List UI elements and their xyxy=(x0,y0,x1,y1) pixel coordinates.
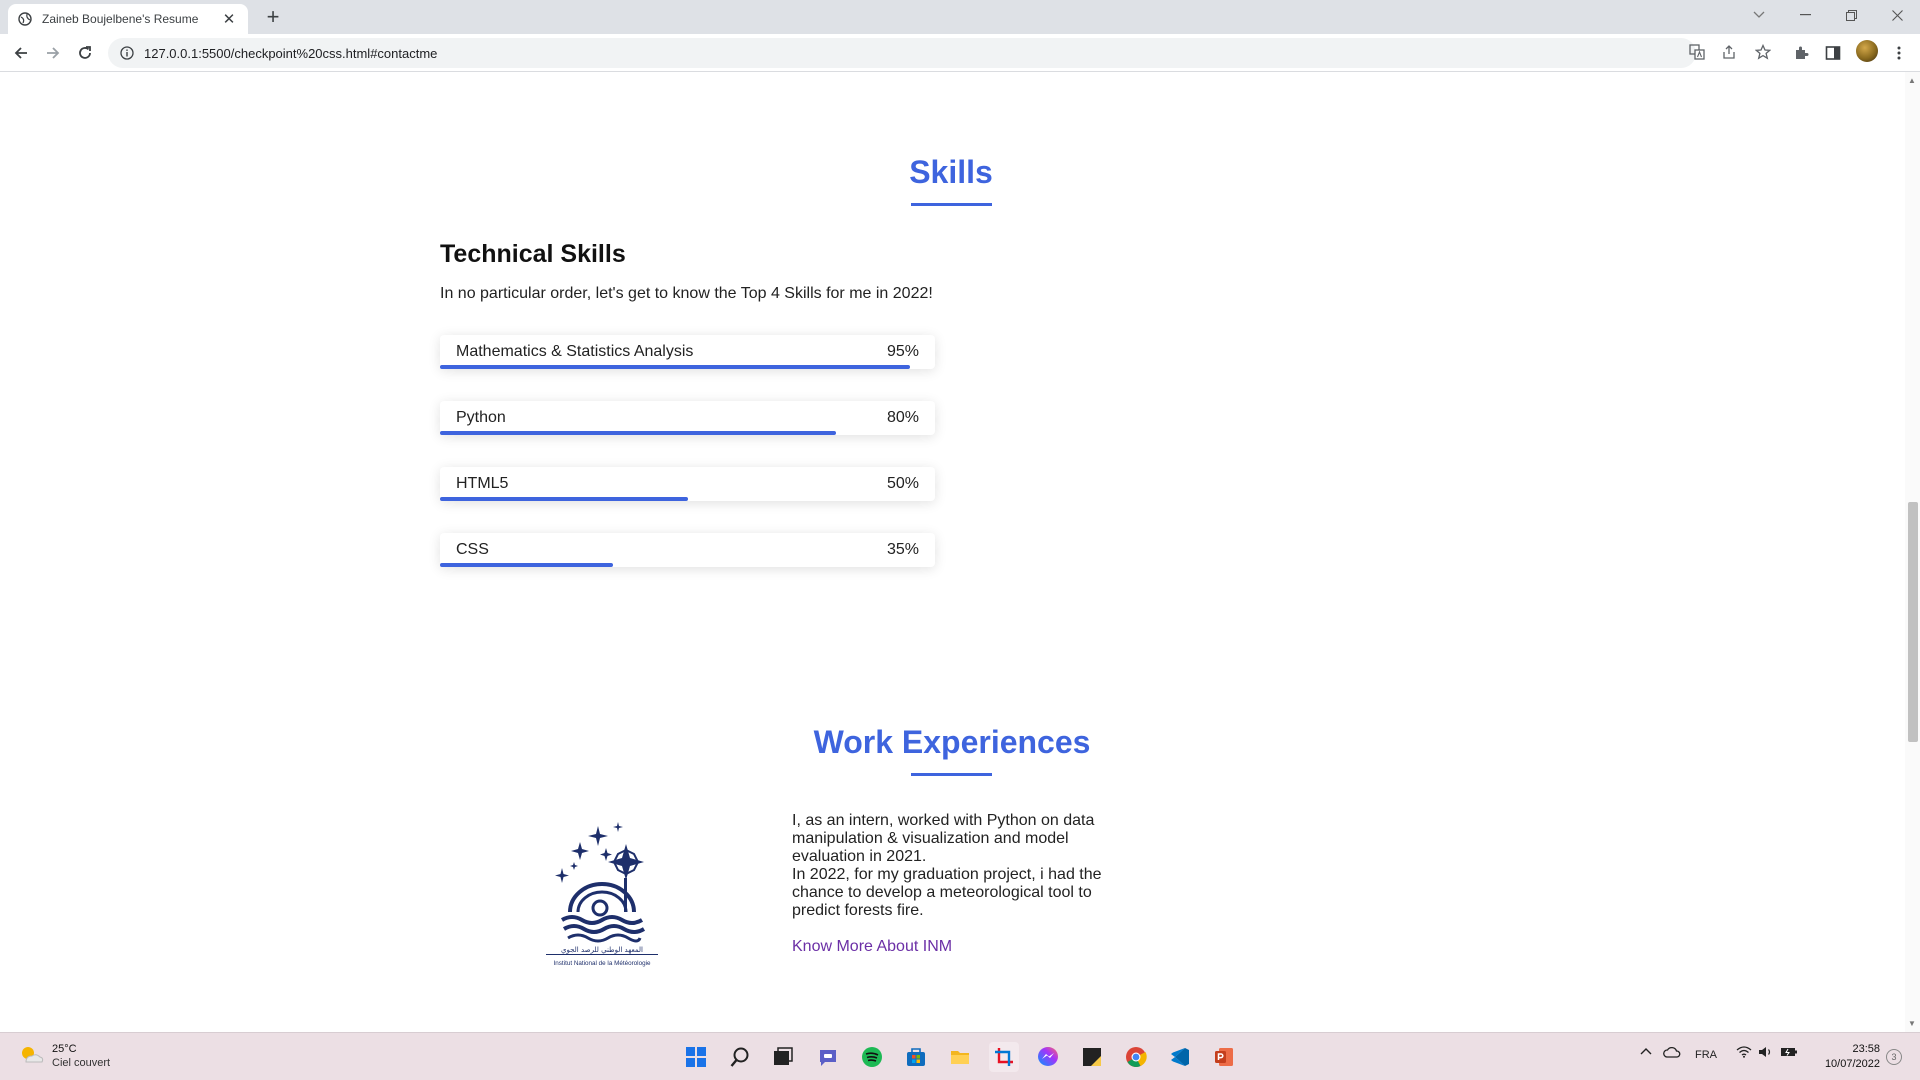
skill-percent: 35% xyxy=(886,541,919,558)
chrome-icon[interactable] xyxy=(1121,1042,1151,1072)
work-description: I, as an intern, worked with Python on d… xyxy=(792,812,1122,920)
tab-strip: Zaineb Boujelbene's Resume ✕ + xyxy=(0,0,1920,34)
logo-arabic-caption: المعهد الوطني للرصد الجوي xyxy=(561,946,643,954)
system-clock[interactable]: 23:58 10/07/2022 xyxy=(1810,1042,1880,1072)
sticky-notes-icon[interactable] xyxy=(1077,1042,1107,1072)
partly-cloudy-icon xyxy=(18,1042,44,1068)
translate-icon[interactable] xyxy=(1686,41,1708,63)
back-arrow-icon[interactable] xyxy=(8,40,34,66)
skill-name: Mathematics & Statistics Analysis xyxy=(456,343,694,360)
scroll-up-arrow-icon[interactable]: ▲ xyxy=(1908,76,1916,85)
work-paragraph-intern: I, as an intern, worked with Python on d… xyxy=(792,812,1095,865)
microsoft-store-icon[interactable] xyxy=(901,1042,931,1072)
close-tab-icon[interactable]: ✕ xyxy=(220,10,238,28)
spotify-icon[interactable] xyxy=(857,1042,887,1072)
forward-arrow-icon[interactable] xyxy=(40,40,66,66)
extensions-icon[interactable] xyxy=(1790,42,1812,64)
powerpoint-icon[interactable] xyxy=(1209,1042,1239,1072)
skills-intro-text: In no particular order, let's get to kno… xyxy=(440,285,933,302)
tab-title: Zaineb Boujelbene's Resume xyxy=(42,12,199,26)
address-bar[interactable]: 127.0.0.1:5500/checkpoint%20css.html#con… xyxy=(108,38,1696,68)
task-view-icon[interactable] xyxy=(768,1042,798,1072)
globe-icon xyxy=(18,12,32,26)
weather-widget[interactable]: 25°C Ciel couvert xyxy=(18,1042,110,1070)
know-more-inm-link[interactable]: Know More About INM xyxy=(792,938,952,956)
skill-progress-fill xyxy=(440,563,614,567)
skill-progress-fill xyxy=(440,497,688,501)
windows-taskbar: 25°C Ciel couvert FRA 23:58 10/07/2022 3 xyxy=(0,1032,1920,1080)
restore-icon[interactable] xyxy=(1828,0,1874,30)
clock-date: 10/07/2022 xyxy=(1824,1058,1880,1070)
skill-percent: 95% xyxy=(886,343,919,360)
inm-logo: المعهد الوطني للرصد الجوي Institut Natio… xyxy=(540,812,664,972)
site-info-icon[interactable] xyxy=(120,46,134,60)
technical-skills-heading: Technical Skills xyxy=(440,240,626,268)
weather-condition: Ciel couvert xyxy=(52,1057,111,1069)
bookmark-star-icon[interactable] xyxy=(1752,41,1774,63)
new-tab-button[interactable]: + xyxy=(260,5,286,31)
skill-name: Python xyxy=(456,409,506,426)
scroll-down-arrow-icon[interactable]: ▼ xyxy=(1908,1019,1916,1028)
skill-bar: Mathematics & Statistics Analysis 95% xyxy=(440,335,935,369)
messenger-icon[interactable] xyxy=(1033,1042,1063,1072)
skill-progress-fill xyxy=(440,431,836,435)
snipping-tool-icon[interactable] xyxy=(989,1042,1019,1072)
vscode-icon[interactable] xyxy=(1165,1042,1195,1072)
side-panel-icon[interactable] xyxy=(1822,42,1844,64)
browser-tab[interactable]: Zaineb Boujelbene's Resume ✕ xyxy=(8,4,248,34)
file-explorer-icon[interactable] xyxy=(945,1042,975,1072)
notification-badge[interactable]: 3 xyxy=(1886,1049,1902,1065)
page-viewport: Skills Technical Skills In no particular… xyxy=(0,72,1905,1032)
skill-progress-fill xyxy=(440,365,911,369)
reload-icon[interactable] xyxy=(72,40,98,66)
volume-icon[interactable] xyxy=(1758,1046,1774,1061)
page-scrollbar[interactable]: ▲ ▼ xyxy=(1905,72,1920,1032)
work-section-title: Work Experiences xyxy=(813,724,1091,760)
browser-toolbar: 127.0.0.1:5500/checkpoint%20css.html#con… xyxy=(0,34,1920,72)
minimize-icon[interactable] xyxy=(1782,0,1828,30)
skill-name: CSS xyxy=(456,541,489,558)
work-title-underline xyxy=(911,773,992,776)
skill-name: HTML5 xyxy=(456,475,509,492)
input-language[interactable]: FRA xyxy=(1695,1049,1717,1061)
close-window-icon[interactable] xyxy=(1874,0,1920,30)
show-hidden-icons-chevron-icon[interactable] xyxy=(1640,1046,1652,1061)
share-icon[interactable] xyxy=(1718,41,1740,63)
clock-time: 23:58 xyxy=(1852,1043,1880,1055)
battery-charging-icon[interactable] xyxy=(1780,1046,1798,1061)
skill-bar: Python 80% xyxy=(440,401,935,435)
work-paragraph-graduation: In 2022, for my graduation project, i ha… xyxy=(792,866,1102,919)
skill-bar: CSS 35% xyxy=(440,533,935,567)
onedrive-cloud-icon[interactable] xyxy=(1663,1046,1681,1061)
profile-avatar[interactable] xyxy=(1856,40,1878,62)
skills-title-underline xyxy=(911,203,992,206)
tab-search-icon[interactable] xyxy=(1736,0,1782,30)
search-icon[interactable] xyxy=(725,1042,755,1072)
scrollbar-thumb[interactable] xyxy=(1908,502,1918,742)
teams-chat-icon[interactable] xyxy=(813,1042,843,1072)
skills-section-title: Skills xyxy=(909,154,993,190)
skill-percent: 50% xyxy=(886,475,919,492)
weather-temperature: 25°C xyxy=(52,1043,77,1055)
url-text: 127.0.0.1:5500/checkpoint%20css.html#con… xyxy=(144,45,438,61)
windows-start-icon[interactable] xyxy=(681,1042,711,1072)
skill-percent: 80% xyxy=(886,409,919,426)
browser-menu-icon[interactable] xyxy=(1888,42,1910,64)
skill-bar: HTML5 50% xyxy=(440,467,935,501)
wifi-icon[interactable] xyxy=(1736,1046,1752,1061)
logo-french-caption: Institut National de la Météorologie xyxy=(554,960,651,967)
